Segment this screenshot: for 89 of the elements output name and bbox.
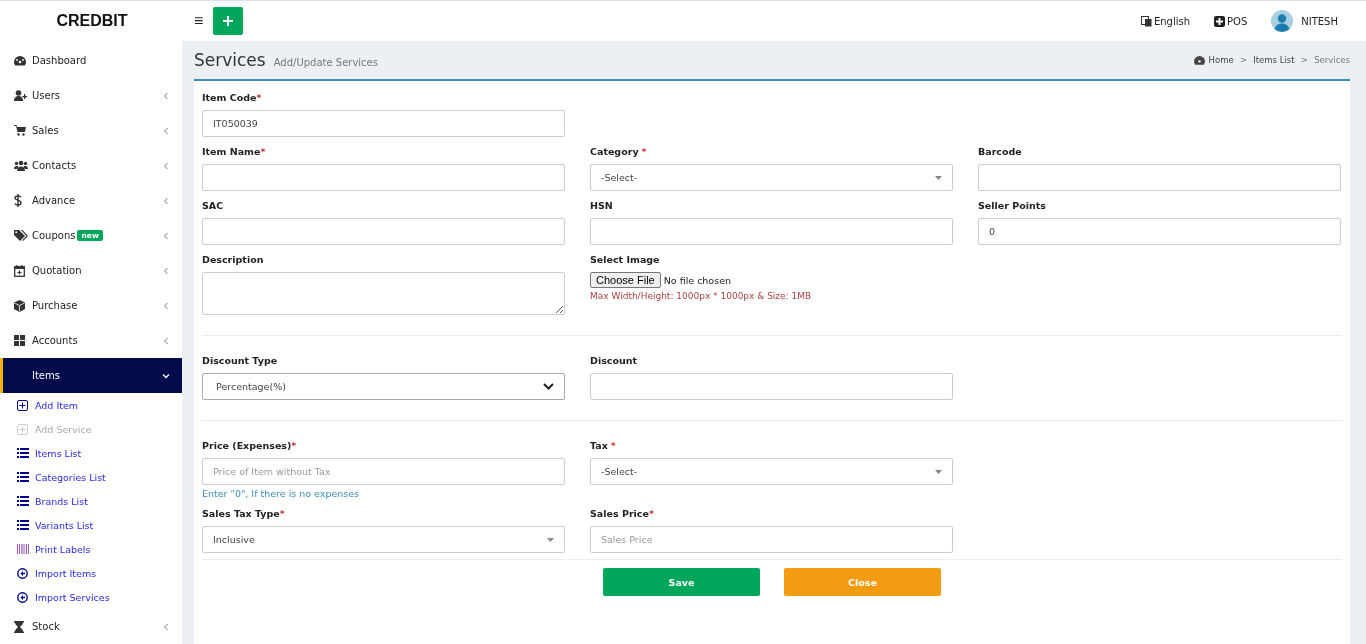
grid-icon <box>14 335 25 346</box>
sidebar-item[interactable]: Dashboard <box>0 43 182 78</box>
submenu-item[interactable]: Import Services <box>0 585 182 609</box>
sidebar-item[interactable]: Advance <box>0 183 182 218</box>
field-label: Seller Points <box>978 199 1047 213</box>
hint-text: Max Width/Height: 1000px * 1000px & Size: 1MB <box>590 291 813 301</box>
submenu-item[interactable]: Import Items <box>0 561 182 585</box>
page-subtitle: Add/Update Services <box>273 56 378 68</box>
page-title: Services <box>194 50 266 70</box>
user-add-icon <box>14 90 28 101</box>
breadcrumb-link[interactable]: Items List <box>1253 55 1295 65</box>
text-field[interactable] <box>978 164 1341 191</box>
text-field[interactable]: Price of Item without Tax <box>202 458 565 485</box>
chevron-icon <box>543 383 554 390</box>
add-button[interactable] <box>213 7 244 35</box>
sidebar-item[interactable]: Stock <box>0 609 182 644</box>
breadcrumb-separator: > <box>1300 55 1309 65</box>
text-field[interactable] <box>590 373 953 400</box>
breadcrumb-link[interactable]: Home <box>1208 55 1234 65</box>
cart-icon <box>14 125 26 136</box>
pos-link[interactable]: POS <box>1214 15 1248 27</box>
caret-icon <box>935 175 942 180</box>
submenu-item[interactable]: Brands List <box>0 489 182 513</box>
text-field[interactable]: Sales Price <box>590 526 953 553</box>
calendar-icon <box>14 264 25 277</box>
sidebar-item[interactable]: Purchase <box>0 288 182 323</box>
sidebar-item[interactable]: Sales <box>0 113 182 148</box>
submenu-item[interactable]: Add Item <box>0 393 182 417</box>
help-text: Enter "0", If there is no expenses <box>202 488 361 499</box>
plus-square-icon <box>1214 15 1225 27</box>
breadcrumb-separator: > <box>1239 55 1248 65</box>
field-label: SAC <box>202 199 225 213</box>
text-field[interactable]: 0 <box>978 218 1341 245</box>
plus-square-icon <box>17 423 28 435</box>
text-field[interactable] <box>202 218 565 245</box>
barcode-icon <box>17 544 29 554</box>
field-label: Sales Tax Type* <box>202 507 286 521</box>
text-field[interactable]: IT050039 <box>202 110 565 137</box>
field-label: Barcode <box>978 145 1023 159</box>
dashboard-icon <box>1193 55 1205 65</box>
select-dropdown[interactable]: -Select- <box>590 458 953 485</box>
field-label: Discount <box>590 354 639 368</box>
group-icon <box>14 160 28 171</box>
sidebar-item[interactable]: Accounts <box>0 323 182 358</box>
select-dropdown[interactable]: -Select- <box>590 164 953 191</box>
breadcrumb-link[interactable]: Services <box>1314 55 1350 65</box>
submenu-item[interactable]: Print Labels <box>0 537 182 561</box>
text-field[interactable] <box>202 164 565 191</box>
avatar-icon <box>1271 10 1294 32</box>
select-dropdown[interactable]: Percentage(%) <box>202 373 565 400</box>
field-label: Sales Price* <box>590 507 655 521</box>
field-label: Select Image <box>590 253 661 267</box>
dollar-icon <box>14 194 22 207</box>
list-icon <box>17 496 29 506</box>
field-label: Category * <box>590 145 648 159</box>
submenu-item[interactable]: Variants List <box>0 513 182 537</box>
sidebar-item[interactable]: Users <box>0 78 182 113</box>
tags-icon <box>14 230 28 241</box>
list-icon <box>17 448 29 458</box>
language-icon <box>1140 15 1152 27</box>
choose-file-button[interactable]: Choose File <box>590 272 661 288</box>
field-label: Discount Type <box>202 354 279 368</box>
brand-logo[interactable]: CREDBIT <box>0 12 184 30</box>
sidebar-item[interactable]: Contacts <box>0 148 182 183</box>
field-label: Tax * <box>590 439 617 453</box>
list-icon <box>17 520 29 530</box>
text-field[interactable] <box>590 218 953 245</box>
caret-icon <box>547 537 554 542</box>
caret-icon <box>935 469 942 474</box>
sidebar-item[interactable]: Items <box>0 358 182 393</box>
field-label: Item Name* <box>202 145 267 159</box>
field-label: HSN <box>590 199 614 213</box>
select-dropdown[interactable]: Inclusive <box>202 526 565 553</box>
user-menu[interactable]: NITESH <box>1271 10 1338 32</box>
cube-icon <box>14 299 25 312</box>
list-icon <box>17 472 29 482</box>
hourglass-icon <box>14 620 24 633</box>
file-status: No file chosen <box>663 274 731 286</box>
textarea-field[interactable] <box>202 272 565 315</box>
dashboard-icon <box>14 55 26 66</box>
field-label: Item Code* <box>202 91 263 105</box>
plus-square-icon <box>17 399 28 411</box>
language-link[interactable]: English <box>1140 15 1190 27</box>
submenu-item[interactable]: Items List <box>0 441 182 465</box>
sidebar-item[interactable]: Quotation <box>0 253 182 288</box>
submenu-item[interactable]: Categories List <box>0 465 182 489</box>
field-label: Price (Expenses)* <box>202 439 298 453</box>
plus-icon <box>223 16 234 26</box>
field-label: Description <box>202 253 265 267</box>
